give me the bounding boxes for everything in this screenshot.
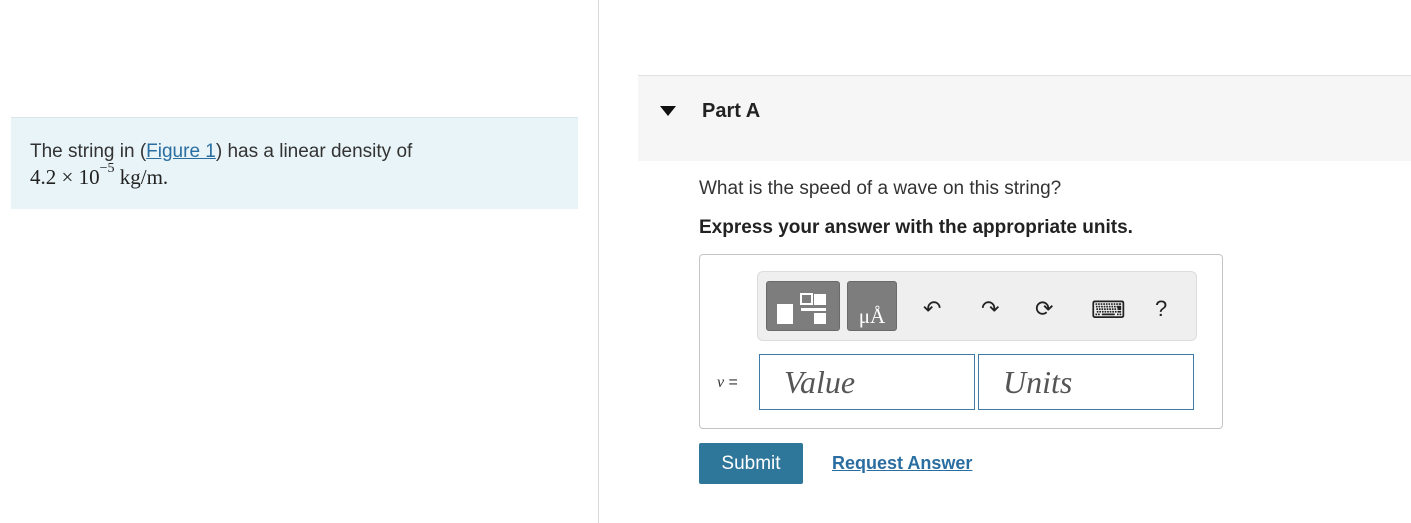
math-mantissa: 4.2 × 10: [30, 165, 100, 189]
redo-icon[interactable]: ↷: [981, 296, 999, 322]
problem-text: The string in (Figure 1) has a linear de…: [30, 140, 412, 164]
collapse-caret-icon[interactable]: [660, 106, 676, 116]
reset-icon[interactable]: ⟳: [1035, 296, 1053, 322]
answer-box: μÅ ↶ ↷ ⟳ ⌨ ? v =: [699, 254, 1223, 429]
problem-text-after: ) has a linear density of: [215, 141, 413, 162]
figure-link[interactable]: Figure 1: [146, 141, 216, 162]
variable-label: v =: [717, 374, 738, 392]
undo-icon[interactable]: ↶: [923, 296, 941, 322]
submit-button[interactable]: Submit: [699, 443, 803, 484]
problem-statement: The string in (Figure 1) has a linear de…: [11, 117, 578, 209]
question-text: What is the speed of a wave on this stri…: [699, 178, 1062, 199]
value-input[interactable]: [759, 354, 975, 410]
units-input[interactable]: [978, 354, 1194, 410]
equals-sign: =: [724, 374, 738, 391]
math-exponent: −5: [99, 161, 115, 176]
templates-icon: [777, 293, 826, 324]
units-button[interactable]: μÅ: [847, 281, 897, 331]
help-icon[interactable]: ?: [1155, 296, 1167, 322]
part-title: Part A: [702, 100, 761, 122]
linear-density-value: 4.2 × 10−5 kg/m.: [30, 161, 169, 190]
problem-text-before: The string in (: [30, 141, 147, 162]
request-answer-link[interactable]: Request Answer: [832, 453, 972, 474]
templates-button[interactable]: [766, 281, 840, 331]
math-unit: kg/m.: [114, 165, 169, 189]
instruction-text: Express your answer with the appropriate…: [699, 217, 1133, 238]
math-toolbar: μÅ ↶ ↷ ⟳ ⌨ ?: [757, 271, 1197, 341]
panel-divider: [598, 0, 599, 523]
keyboard-icon[interactable]: ⌨: [1091, 296, 1126, 325]
units-glyph-icon: μÅ: [858, 304, 886, 328]
part-header[interactable]: Part A: [638, 75, 1411, 161]
